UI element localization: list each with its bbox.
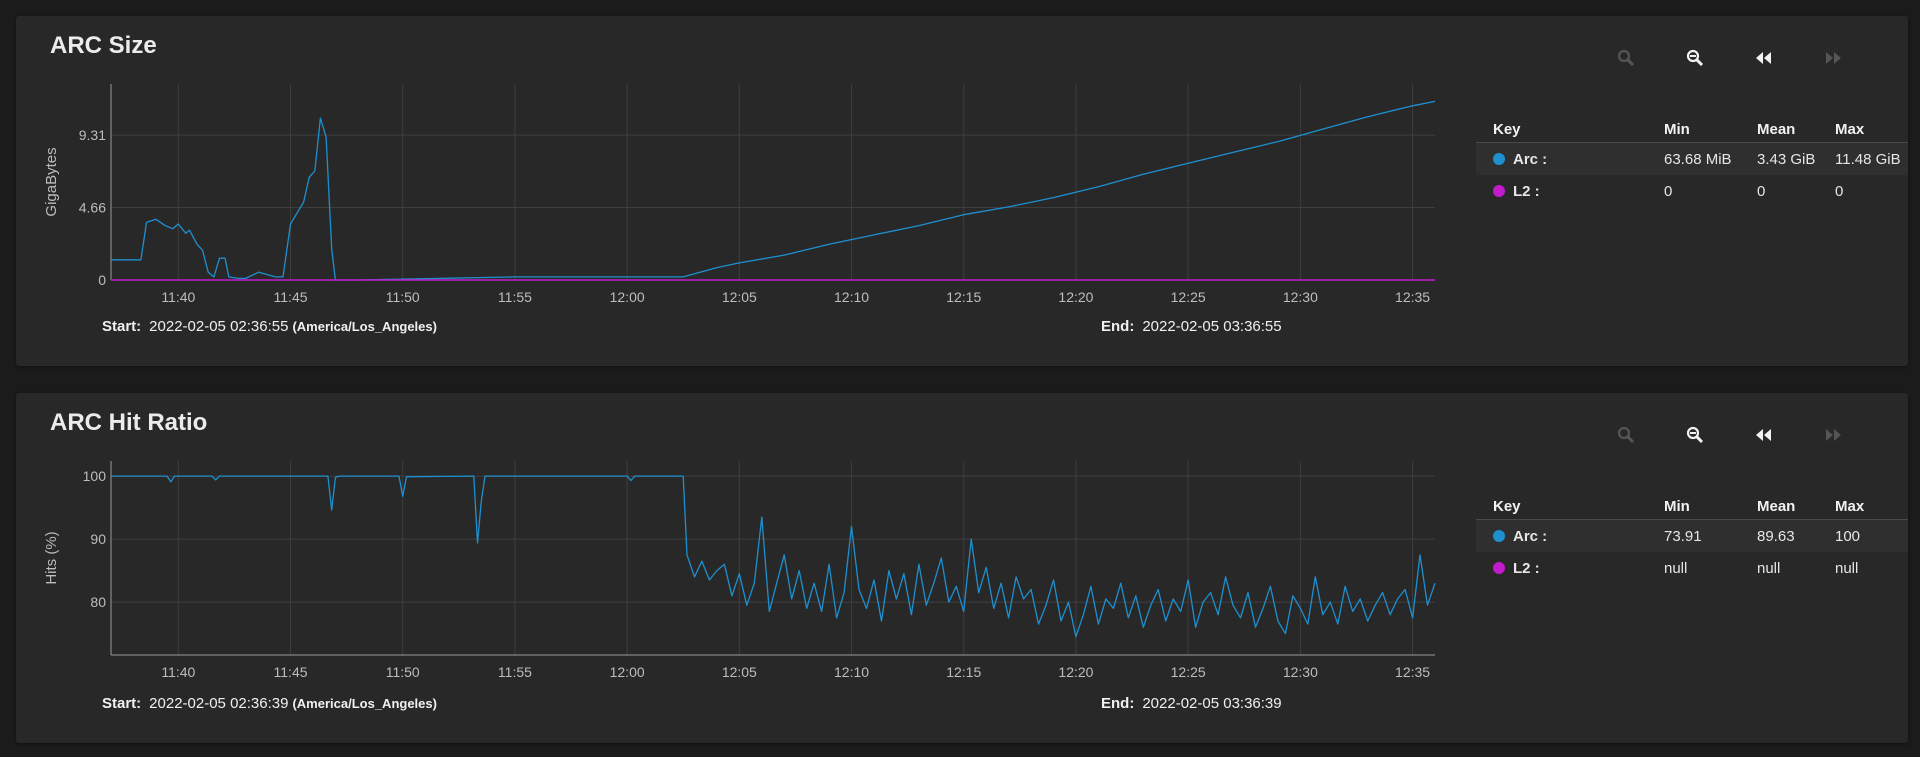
zoom-out-button[interactable]: [1681, 423, 1709, 447]
x-tick-label: 12:10: [834, 289, 869, 305]
arc-swatch: [1493, 153, 1505, 165]
x-tick-label: 12:00: [610, 289, 645, 305]
legend-row-arc: Arc : 63.68 MiB 3.43 GiB 11.48 GiB: [1476, 143, 1908, 175]
arc-hit-ratio-card: ARC Hit Ratio 80 90 100 11:40 11:45 11:5…: [16, 393, 1908, 743]
legend-row-arc: Arc : 73.91 89.63 100: [1476, 520, 1908, 552]
x-tick-label: 11:40: [161, 289, 195, 305]
y-axis-label: GigaBytes: [43, 147, 60, 216]
y-axis-label: Hits (%): [43, 531, 60, 584]
x-tick-label: 12:20: [1058, 664, 1093, 680]
y-tick-label: 9.31: [79, 127, 106, 143]
x-tick-label: 12:00: [610, 664, 645, 680]
x-tick-label: 12:35: [1395, 664, 1430, 680]
arc-size-card: ARC Size 0 4.66 9.31 11:40 11:45 11:50 1…: [16, 16, 1908, 366]
x-tick-label: 12:20: [1058, 289, 1093, 305]
x-tick-label: 11:40: [161, 664, 195, 680]
step-forward-button[interactable]: [1819, 46, 1847, 70]
zoom-out-button[interactable]: [1681, 46, 1709, 70]
x-tick-label: 11:45: [274, 289, 308, 305]
step-forward-button[interactable]: [1819, 423, 1847, 447]
x-tick-label: 11:45: [274, 664, 308, 680]
arc-hit-ratio-chart: 80 90 100 11:40 11:45 11:50 11:55 12:00 12:05 12:…: [43, 461, 1436, 680]
zoom-in-button[interactable]: [1612, 46, 1640, 70]
rewind-icon: [1756, 52, 1771, 64]
zoom-in-icon: [1617, 49, 1635, 67]
x-tick-label: 12:15: [946, 664, 981, 680]
series-line-arc: [111, 100, 1436, 281]
end-time: End: 2022-02-05 03:36:55: [1101, 318, 1282, 335]
legend-table: Key Min Mean Max Arc : 73.91 89.63 100 L…: [1476, 497, 1908, 584]
x-tick-label: 12:10: [834, 664, 869, 680]
x-tick-label: 12:30: [1283, 289, 1318, 305]
step-back-button[interactable]: [1750, 423, 1778, 447]
zoom-in-button[interactable]: [1612, 423, 1640, 447]
legend-row-l2: L2 : 0 0 0: [1476, 175, 1908, 207]
zoom-out-icon: [1686, 49, 1704, 67]
x-tick-label: 11:55: [498, 289, 532, 305]
fast-forward-icon: [1826, 52, 1841, 64]
zoom-out-icon: [1686, 426, 1704, 444]
legend-row-l2: L2 : null null null: [1476, 552, 1908, 584]
x-tick-label: 12:25: [1171, 664, 1206, 680]
l2-swatch: [1493, 185, 1505, 197]
x-tick-label: 11:50: [386, 289, 420, 305]
legend-table: Key Min Mean Max Arc : 63.68 MiB 3.43 Gi…: [1476, 120, 1908, 207]
l2-swatch: [1493, 562, 1505, 574]
x-tick-label: 12:30: [1283, 664, 1318, 680]
series-line-arc: [111, 475, 1436, 638]
x-tick-label: 12:05: [722, 664, 757, 680]
y-tick-label: 90: [90, 531, 106, 547]
fast-forward-icon: [1826, 429, 1841, 441]
legend-header: Key Min Mean Max: [1476, 120, 1908, 143]
x-tick-label: 11:50: [386, 664, 420, 680]
end-time: End: 2022-02-05 03:36:39: [1101, 695, 1282, 712]
arc-swatch: [1493, 530, 1505, 542]
x-tick-label: 12:05: [722, 289, 757, 305]
y-tick-label: 100: [83, 468, 107, 484]
y-tick-label: 0: [98, 272, 106, 288]
start-time: Start: 2022-02-05 02:36:39 (America/Los_An…: [102, 695, 437, 712]
legend-header: Key Min Mean Max: [1476, 497, 1908, 520]
x-tick-label: 12:35: [1395, 289, 1430, 305]
start-time: Start: 2022-02-05 02:36:55 (America/Los_An…: [102, 318, 437, 335]
step-back-button[interactable]: [1750, 46, 1778, 70]
rewind-icon: [1756, 429, 1771, 441]
arc-size-chart: 0 4.66 9.31 11:40 11:45 11:50 11:55 12:00 12:05 1…: [43, 84, 1436, 305]
x-tick-label: 12:25: [1171, 289, 1206, 305]
x-tick-label: 11:55: [498, 664, 532, 680]
x-tick-label: 12:15: [946, 289, 981, 305]
y-tick-label: 80: [90, 594, 106, 610]
zoom-in-icon: [1617, 426, 1635, 444]
y-tick-label: 4.66: [79, 200, 106, 216]
